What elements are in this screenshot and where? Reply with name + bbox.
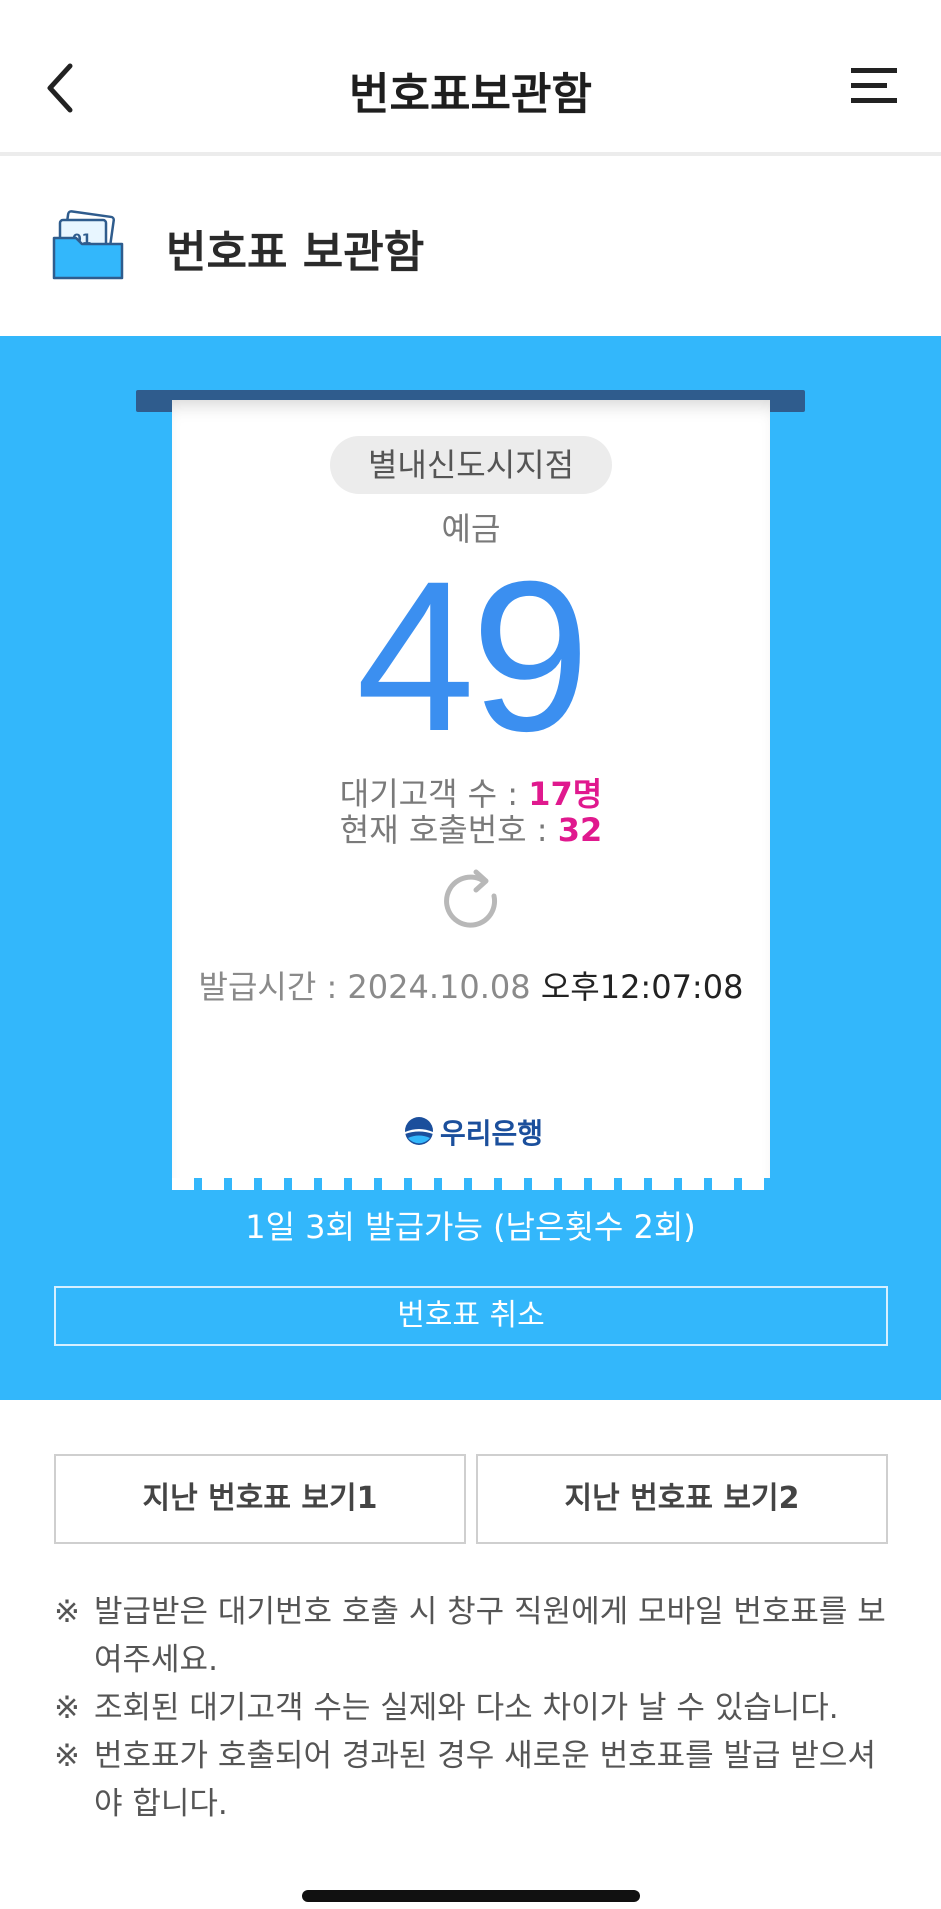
notice-text: 조회된 대기고객 수는 실제와 다소 차이가 날 수 있습니다. [94, 1690, 839, 1726]
notice-mark: ※ [54, 1690, 80, 1726]
current-call-number: 현재 호출번호 : 32 [172, 812, 770, 848]
ticket-perforation [172, 1178, 770, 1190]
waiting-customers: 대기고객 수 : 17명 [172, 776, 770, 812]
past-ticket-button-1[interactable]: 지난 번호표 보기1 [54, 1454, 466, 1544]
page-title: 번호표보관함 [349, 69, 592, 120]
refresh-icon [444, 869, 498, 928]
waiting-count: 17명 [528, 775, 603, 813]
issue-label: 발급시간 : 2024.10.08 [198, 968, 541, 1006]
call-label: 현재 호출번호 : [339, 811, 558, 849]
notice-mark: ※ [54, 1594, 80, 1630]
waiting-label: 대기고객 수 : [339, 775, 529, 813]
ticket-number: 49 [355, 537, 590, 776]
refresh-button[interactable] [436, 866, 506, 936]
app-header: 번호표보관함 [0, 0, 941, 156]
notice-text: 발급받은 대기번호 호출 시 창구 직원에게 모바일 번호표를 보여주세요. [94, 1594, 886, 1678]
issue-time: 발급시간 : 2024.10.08 오후12:07:08 [172, 962, 770, 1008]
issue-quota-text: 1일 3회 발급가능 (남은횟수 2회) [245, 1208, 696, 1246]
notice-item: ※ 발급받은 대기번호 호출 시 창구 직원에게 모바일 번호표를 보여주세요. [54, 1588, 904, 1684]
bank-name: 우리은행 [440, 1117, 544, 1150]
section-heading: 01 번호표 보관함 [0, 160, 941, 336]
notice-mark: ※ [54, 1738, 80, 1774]
notice-list: ※ 발급받은 대기번호 호출 시 창구 직원에게 모바일 번호표를 보여주세요.… [54, 1588, 904, 1828]
woori-bank-logo-icon [405, 1117, 433, 1145]
notice-item: ※ 번호표가 호출되어 경과된 경우 새로운 번호표를 발급 받으셔야 합니다. [54, 1732, 904, 1828]
section-title: 번호표 보관함 [166, 227, 425, 278]
home-indicator[interactable] [302, 1890, 640, 1902]
past-ticket-button-2[interactable]: 지난 번호표 보기2 [476, 1454, 888, 1544]
issue-clock: 오후12:07:08 [540, 968, 744, 1006]
ticket-folder-icon: 01 [52, 210, 124, 282]
mobile-ticket: 별내신도시지점 예금 49 대기고객 수 : 17명 현재 호출번호 : 32 … [172, 400, 770, 1190]
menu-button[interactable] [851, 66, 897, 106]
notice-text: 번호표가 호출되어 경과된 경우 새로운 번호표를 발급 받으셔야 합니다. [94, 1738, 876, 1822]
call-value: 32 [557, 811, 603, 849]
ticket-area: 별내신도시지점 예금 49 대기고객 수 : 17명 현재 호출번호 : 32 … [0, 336, 941, 1400]
cancel-ticket-button[interactable]: 번호표 취소 [54, 1286, 888, 1346]
notice-item: ※ 조회된 대기고객 수는 실제와 다소 차이가 날 수 있습니다. [54, 1684, 904, 1732]
hamburger-menu-icon [851, 68, 897, 103]
branch-badge: 별내신도시지점 [330, 436, 612, 494]
bank-logo: 우리은행 [404, 1110, 544, 1150]
